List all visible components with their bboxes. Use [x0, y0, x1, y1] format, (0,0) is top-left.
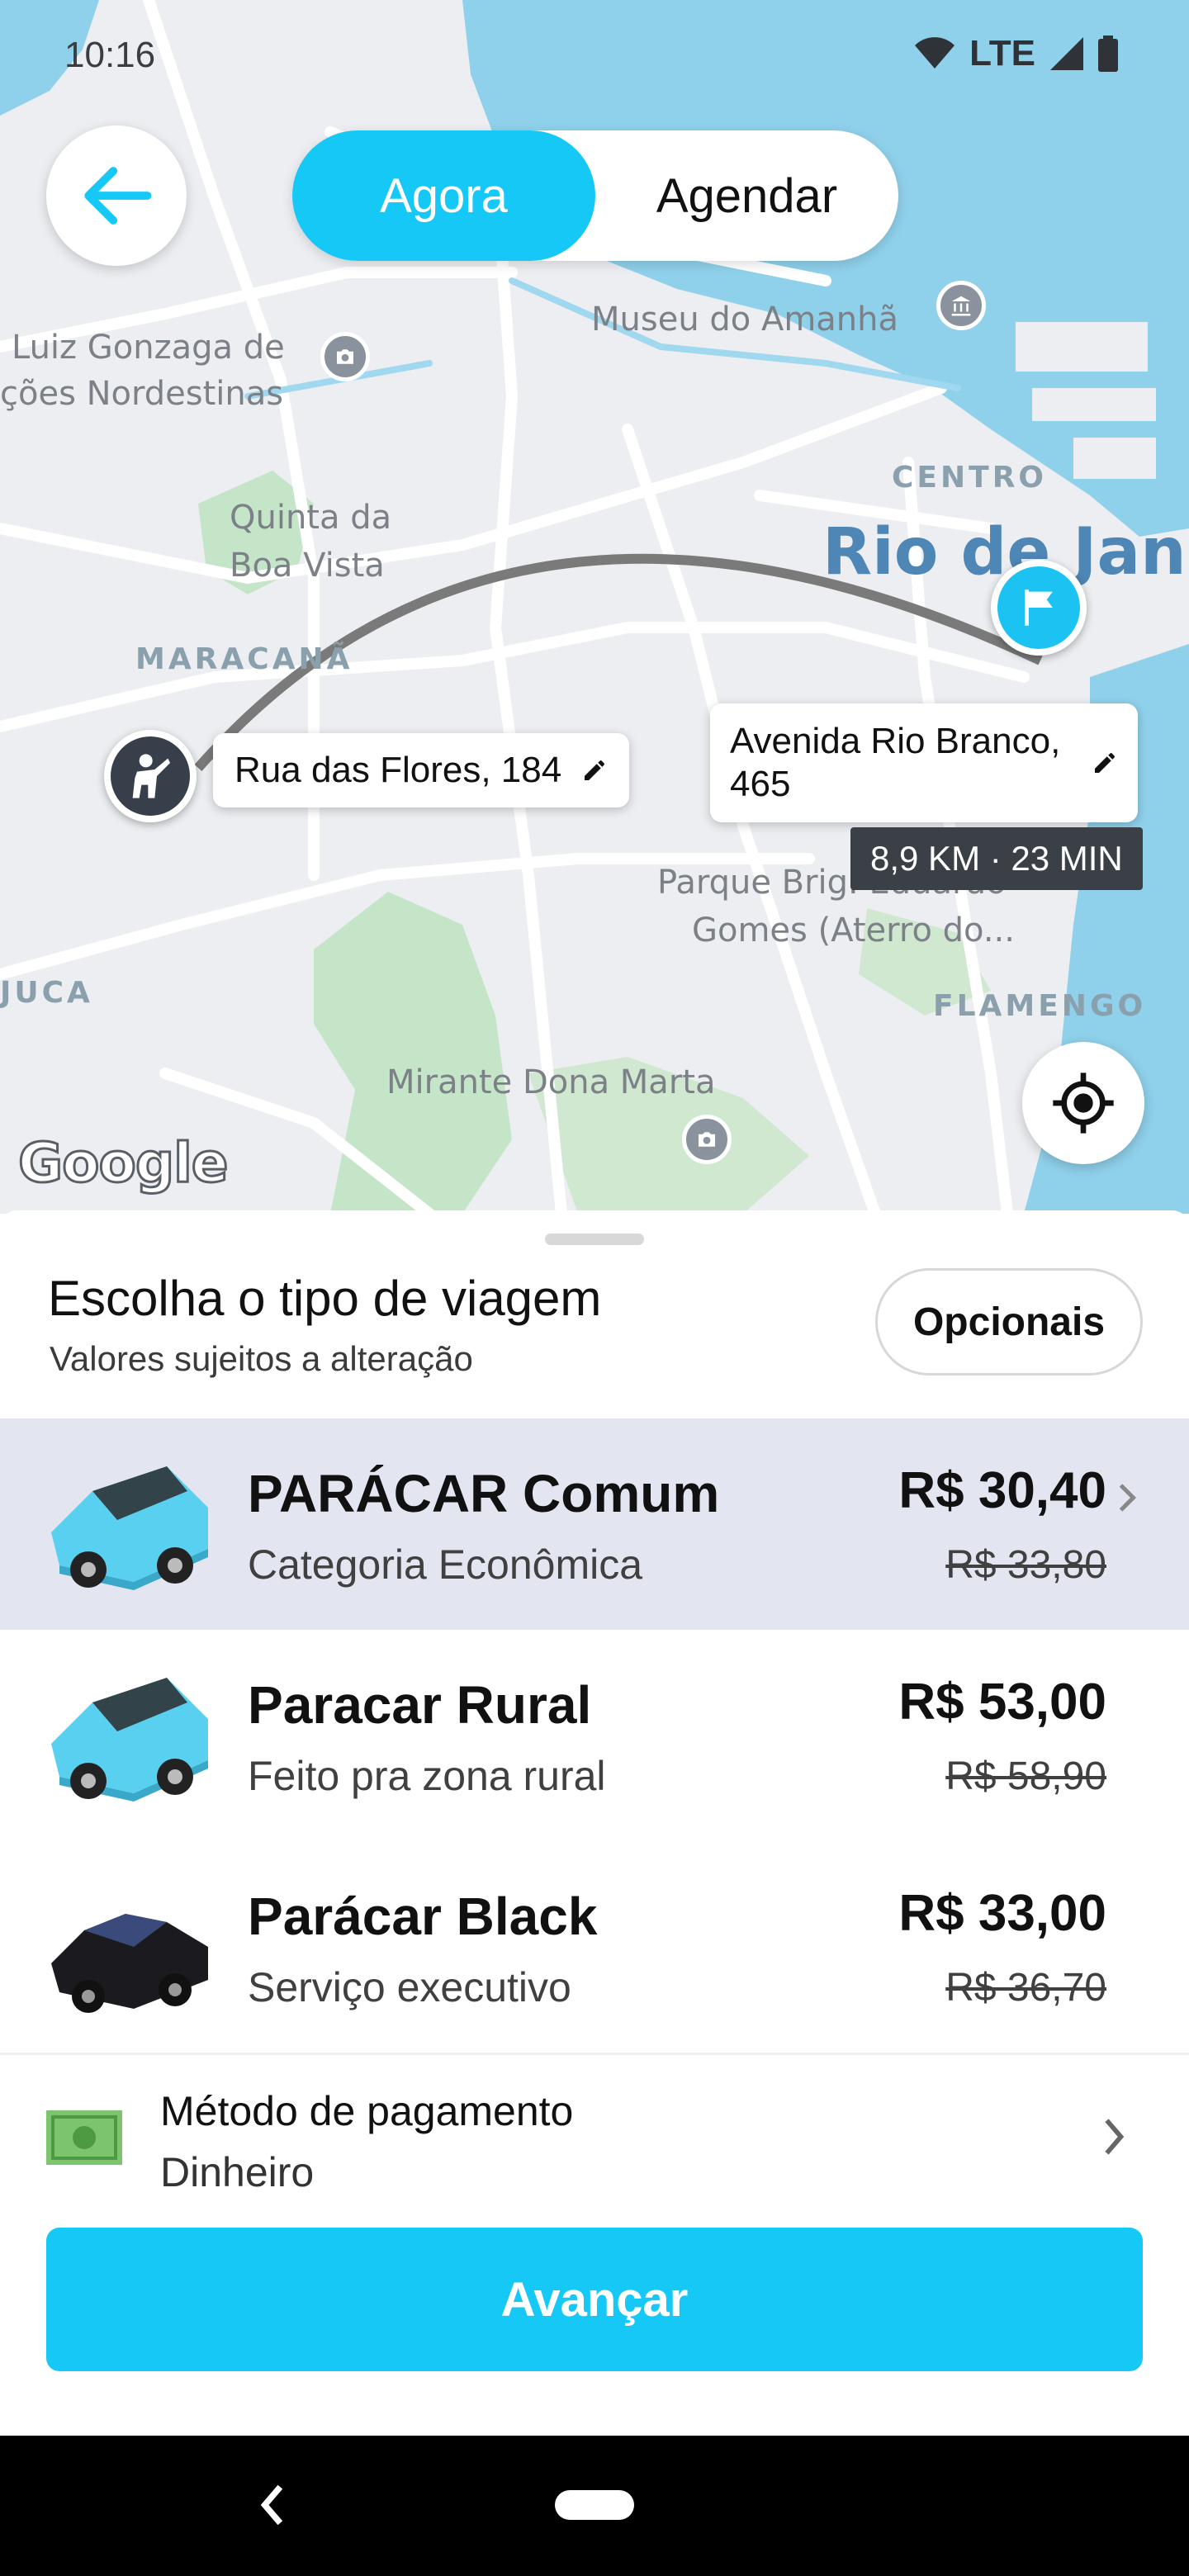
network-type: LTE: [969, 33, 1035, 73]
map-label-gonzaga-1: Luiz Gonzaga de: [12, 329, 285, 367]
ride-option-black[interactable]: Parácar Black Serviço executivo R$ 33,00…: [0, 1841, 1189, 2053]
ride-description: Categoria Econômica: [248, 1541, 643, 1588]
ride-description: Serviço executivo: [248, 1964, 571, 2010]
origin-address-callout[interactable]: Rua das Flores, 184: [213, 733, 630, 807]
museum-poi-icon: [936, 281, 986, 330]
ride-description: Feito pra zona rural: [248, 1753, 606, 1799]
ride-option-rural[interactable]: Paracar Rural Feito pra zona rural R$ 53…: [0, 1630, 1189, 1841]
map-label-gonzaga-2: ções Nordestinas: [0, 375, 284, 413]
nav-home-button[interactable]: [555, 2490, 634, 2520]
destination-address-callout[interactable]: Avenida Rio Branco, 465: [710, 703, 1138, 822]
map-label-juca: JUCA: [0, 976, 93, 1010]
map-label-centro: CENTRO: [892, 461, 1048, 495]
map-label-mirante: Mirante Dona Marta: [386, 1063, 716, 1101]
google-logo: Google: [17, 1130, 230, 1196]
edit-pencil-icon: [585, 760, 605, 780]
ride-old-price: R$ 33,80: [945, 1543, 1106, 1587]
payment-method-label: Método de pagamento: [160, 2088, 574, 2134]
edit-pencil-icon: [1095, 753, 1115, 773]
sheet-subtitle: Valores sujeitos a alteração: [50, 1339, 473, 1378]
map-label-museu: Museu do Amanhã: [591, 301, 899, 339]
signal-icon: [1050, 37, 1083, 70]
destination-flag-icon[interactable]: [991, 560, 1087, 656]
ride-name: Parácar Black: [248, 1887, 598, 1946]
ride-option-comum[interactable]: PARÁCAR Comum Categoria Econômica R$ 30,…: [0, 1418, 1189, 1630]
ride-price: R$ 33,00: [898, 1885, 1106, 1942]
map-label-flamengo: FLAMENGO: [933, 989, 1147, 1023]
payment-method-value: Dinheiro: [160, 2149, 315, 2195]
ride-price: R$ 30,40: [898, 1462, 1106, 1519]
cash-icon: [46, 2110, 122, 2165]
destination-address-line1: Avenida Rio Branco,: [730, 721, 1061, 761]
ride-old-price: R$ 58,90: [945, 1754, 1106, 1798]
my-location-button[interactable]: [1022, 1042, 1144, 1164]
car-icon: [51, 1466, 208, 1590]
camera-poi-icon: [320, 332, 370, 381]
car-icon: [51, 1678, 208, 1802]
route-distance-badge: 8,9 KM · 23 MIN: [850, 827, 1143, 890]
map-label-quinta-1: Quinta da: [230, 499, 392, 537]
system-nav-bar: [0, 2436, 1189, 2576]
status-bar: 10:16 LTE: [0, 0, 1189, 116]
ride-price: R$ 53,00: [898, 1674, 1106, 1731]
destination-address-line2: 465: [730, 764, 791, 804]
camera-poi-icon: [682, 1115, 732, 1164]
crosshair-icon: [1053, 1073, 1114, 1134]
drag-handle[interactable]: [545, 1234, 644, 1245]
map-label-parque-2: Gomes (Aterro do...: [692, 912, 1015, 949]
status-time: 10:16: [64, 35, 156, 75]
wifi-icon: [915, 37, 955, 69]
map-label-quinta-2: Boa Vista: [230, 547, 385, 585]
nav-back-icon[interactable]: [256, 2482, 289, 2528]
origin-pin-icon[interactable]: [104, 730, 197, 822]
battery-icon: [1098, 36, 1118, 72]
options-button[interactable]: Opcionais: [875, 1268, 1143, 1376]
now-option[interactable]: Agora: [292, 130, 595, 261]
origin-address: Rua das Flores, 184: [234, 750, 562, 790]
car-icon: [51, 1914, 208, 2013]
ride-name: Paracar Rural: [248, 1675, 592, 1735]
ride-old-price: R$ 36,70: [945, 1966, 1106, 2010]
map-label-maracana: MARACANÃ: [135, 642, 353, 676]
schedule-option[interactable]: Agendar: [595, 130, 898, 261]
sheet-title: Escolha o tipo de viagem: [48, 1271, 602, 1326]
map-label-rio: Rio de Jane: [822, 515, 1189, 590]
divider: [0, 2053, 1189, 2055]
chevron-right-icon: [1105, 2119, 1125, 2155]
chevron-right-icon: [1119, 1484, 1137, 1512]
ride-selection-sheet: Escolha o tipo de viagem Valores sujeito…: [0, 1210, 1189, 2436]
ride-time-toggle[interactable]: Agora Agendar: [292, 130, 898, 261]
payment-method-row[interactable]: Método de pagamento Dinheiro: [0, 2057, 1189, 2214]
arrow-left-icon: [84, 167, 152, 225]
ride-name: PARÁCAR Comum: [248, 1464, 720, 1523]
advance-button[interactable]: Avançar: [46, 2228, 1143, 2371]
back-button[interactable]: [46, 125, 187, 266]
